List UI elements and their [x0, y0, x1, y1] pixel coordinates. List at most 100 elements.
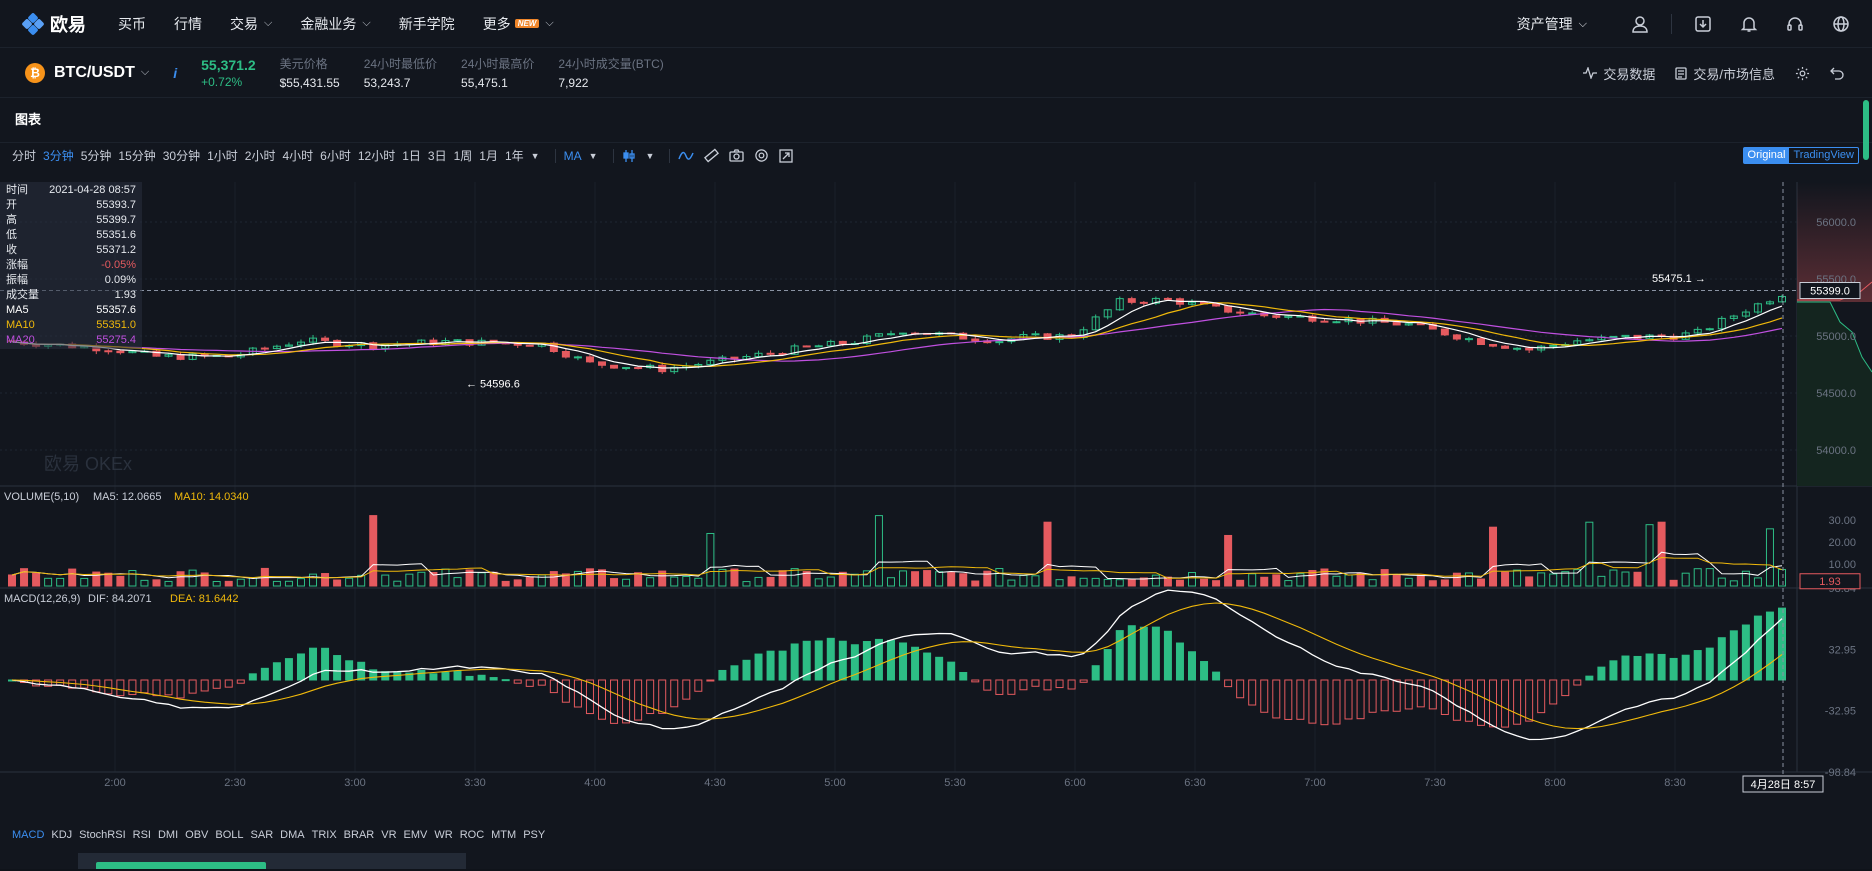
interval-dropdown-chevron-icon[interactable]: ▼ — [531, 151, 540, 161]
nav-item-2[interactable]: 交易 ⌵ — [230, 14, 272, 34]
candle-body — [838, 340, 847, 345]
indicator-dropdown-chevron-icon[interactable]: ▼ — [589, 151, 598, 161]
macd-histogram-bar — [200, 679, 209, 692]
indicator-tab[interactable]: TRIX — [312, 829, 337, 841]
interval-option[interactable]: 5分钟 — [81, 147, 112, 164]
indicator-tab[interactable]: DMA — [280, 829, 304, 841]
ruler-icon[interactable] — [704, 148, 720, 163]
interval-option[interactable]: 1月 — [479, 147, 498, 164]
indicator-tab[interactable]: DMI — [158, 829, 178, 841]
market-info-link[interactable]: 交易/市场信息 — [1675, 64, 1775, 83]
ticker-stat: 24小时成交量(BTC) 7,922 — [558, 55, 663, 90]
interval-option[interactable]: 12小时 — [358, 147, 395, 164]
candle-body — [525, 344, 534, 347]
interval-option[interactable]: 1小时 — [207, 147, 238, 164]
indicator-tab[interactable]: VR — [381, 829, 396, 841]
indicator-tab[interactable]: BOLL — [215, 829, 243, 841]
undo-icon[interactable] — [1830, 67, 1850, 80]
asset-management-menu[interactable]: 资产管理 ⌵ — [1517, 14, 1587, 34]
settings-icon[interactable] — [1795, 66, 1816, 81]
headset-icon[interactable] — [1772, 0, 1818, 48]
volume-bar — [1464, 572, 1473, 587]
candle-body — [1452, 334, 1461, 340]
nav-item-1[interactable]: 行情 — [174, 14, 202, 34]
nav-item-3[interactable]: 金融业务 ⌵ — [300, 14, 370, 34]
chart-canvas[interactable]: 56000.0 55500.0 55000.0 54500.0 54000.0 30.00… — [0, 182, 1872, 866]
volume-bar — [56, 577, 65, 587]
trade-data-link[interactable]: 交易数据 — [1583, 64, 1655, 83]
interval-option[interactable]: 2小时 — [245, 147, 276, 164]
indicator-tab[interactable]: MTM — [491, 829, 516, 841]
indicator-tab[interactable]: EMV — [404, 829, 428, 841]
candlestick-type-icon[interactable] — [622, 149, 636, 163]
candle-body — [814, 345, 823, 348]
okex-logo[interactable]: 欧易 — [22, 11, 86, 37]
macd-histogram-bar — [477, 674, 486, 681]
interval-option[interactable]: 6小时 — [320, 147, 351, 164]
macd-axis-tick: -32.95 — [1825, 706, 1856, 718]
chart-settings-icon[interactable] — [754, 148, 769, 163]
interval-option[interactable]: 1周 — [454, 147, 473, 164]
indicator-tab[interactable]: KDJ — [51, 829, 72, 841]
indicator-tab[interactable]: SAR — [251, 829, 274, 841]
macd-histogram-bar — [1031, 679, 1040, 687]
indicator-tab[interactable]: PSY — [523, 829, 545, 841]
interval-option[interactable]: 3分钟 — [43, 147, 74, 164]
interval-option[interactable]: 1年 — [505, 147, 524, 164]
chart-type-dropdown-chevron-icon[interactable]: ▼ — [646, 151, 655, 161]
scrollbar-thumb[interactable] — [1863, 100, 1869, 160]
macd-histogram-bar — [1079, 679, 1088, 683]
candle-body — [1320, 320, 1329, 323]
volume-bar — [1621, 571, 1630, 587]
mode-tradingview-button[interactable]: TradingView — [1789, 148, 1858, 163]
nav-item-0[interactable]: 买币 — [118, 14, 146, 34]
download-icon[interactable] — [1680, 0, 1726, 48]
indicator-tab[interactable]: OBV — [185, 829, 208, 841]
volume-bar — [32, 572, 41, 587]
chart-mode-toggle[interactable]: Original TradingView — [1742, 147, 1859, 164]
indicator-tabs: MACD KDJ StochRSI RSI DMI OBV BOLL SAR DMA TRIX BR… — [0, 825, 552, 845]
interval-option[interactable]: 1日 — [402, 147, 421, 164]
volume-bar — [1476, 578, 1485, 587]
indicator-tab[interactable]: BRAR — [344, 829, 375, 841]
line-indicator-icon[interactable] — [678, 150, 695, 162]
macd-histogram-bar — [682, 679, 691, 700]
globe-icon[interactable] — [1818, 0, 1864, 48]
interval-option[interactable]: 4小时 — [282, 147, 313, 164]
macd-series — [8, 589, 1786, 741]
interval-option[interactable]: 3日 — [428, 147, 447, 164]
nav-item-4[interactable]: 新手学院 — [399, 14, 455, 34]
volume-bar — [489, 571, 498, 587]
chevron-down-icon[interactable]: ⌵ — [141, 66, 149, 79]
indicator-tab[interactable]: RSI — [133, 829, 151, 841]
macd-histogram-bar — [1091, 665, 1100, 681]
interval-option[interactable]: 15分钟 — [118, 147, 155, 164]
bottom-panel-active-tab[interactable] — [96, 862, 266, 869]
mode-original-button[interactable]: Original — [1743, 148, 1790, 163]
info-icon[interactable]: i — [173, 65, 177, 81]
price-chart-svg[interactable]: 56000.055500.055000.054500.054000.030.00… — [0, 182, 1872, 866]
ohlc-row: 振幅 0.09% — [0, 273, 142, 288]
panel-scrollbar[interactable] — [1860, 98, 1872, 164]
volume-bar — [634, 572, 643, 587]
volume-bar — [598, 569, 606, 587]
interval-option[interactable]: 分时 — [12, 147, 36, 164]
interval-option[interactable]: 30分钟 — [163, 147, 200, 164]
indicator-tab[interactable]: StochRSI — [79, 829, 125, 841]
candle-body — [1163, 297, 1172, 300]
fullscreen-icon[interactable] — [779, 148, 794, 163]
camera-icon[interactable] — [729, 149, 745, 162]
macd-histogram-bar — [236, 679, 245, 684]
indicator-tab[interactable]: MACD — [12, 829, 44, 841]
indicator-select[interactable]: MA — [564, 149, 582, 163]
indicator-tab[interactable]: WR — [434, 829, 452, 841]
user-icon[interactable] — [1617, 0, 1663, 48]
volume-bar — [405, 573, 414, 587]
pair-selector[interactable]: BTC/USDT — [54, 64, 135, 82]
bell-icon[interactable] — [1726, 0, 1772, 48]
indicator-tab[interactable]: ROC — [460, 829, 484, 841]
volume-bar — [1175, 579, 1184, 587]
candle-body — [899, 332, 908, 335]
macd-histogram-bar — [694, 679, 703, 692]
nav-item-5[interactable]: 更多 NEW ⌵ — [483, 14, 554, 34]
